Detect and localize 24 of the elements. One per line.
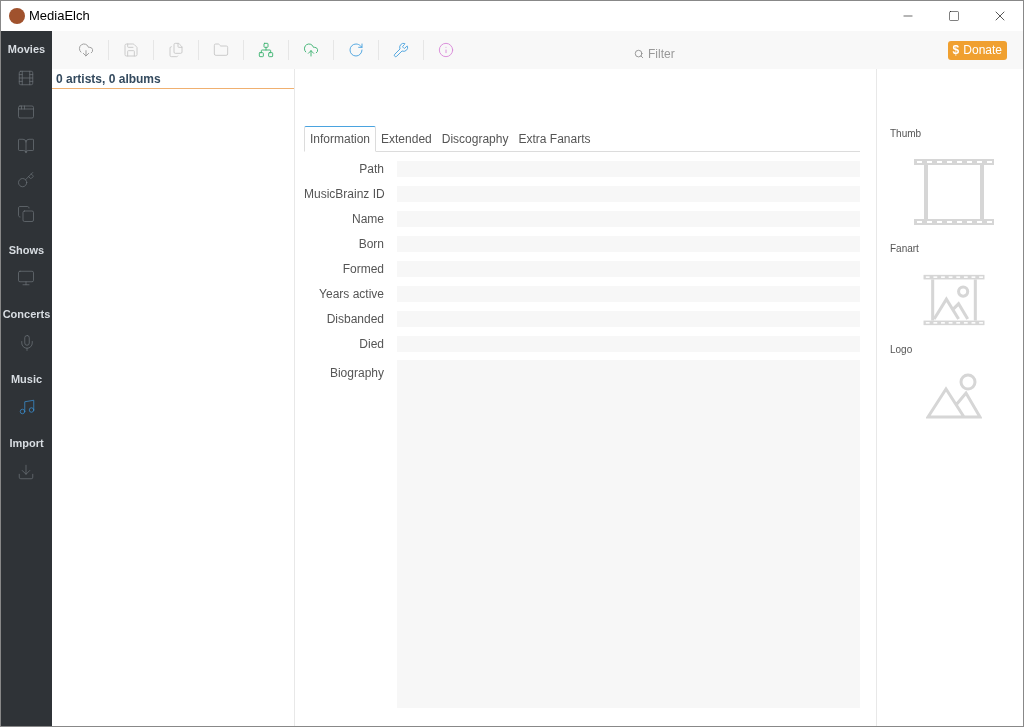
image-label: Thumb [890,127,923,141]
list-summary: 0 artists, 0 albums [56,70,161,88]
field-label: Born [357,236,384,253]
window-title: MediaElch [29,7,90,26]
image-label: Logo [890,343,914,357]
field-label: Path [358,161,384,178]
tab[interactable]: Information [304,126,377,152]
sidebar-section-label: Music [10,371,43,387]
sidebar-section-label: Concerts [2,307,51,322]
field-label: Biography [328,365,384,382]
field-label: Years active [318,286,384,303]
image-label: Fanart [890,242,920,256]
field-label: Died [358,336,384,353]
sidebar-section-label: Movies [7,42,46,57]
field-label: Disbanded [325,311,384,328]
field-label: MusicBrainz ID [304,186,384,203]
tab[interactable]: Extra Fanarts [513,126,596,152]
tab[interactable]: Discography [436,126,514,152]
field-label: Name [351,211,384,228]
sidebar-section-label: Import [9,436,44,451]
field-label: Formed [341,261,384,278]
sidebar-section-label: Shows [8,242,45,258]
tab[interactable]: Extended [376,126,437,152]
filter-field[interactable]: Filter [648,45,828,63]
